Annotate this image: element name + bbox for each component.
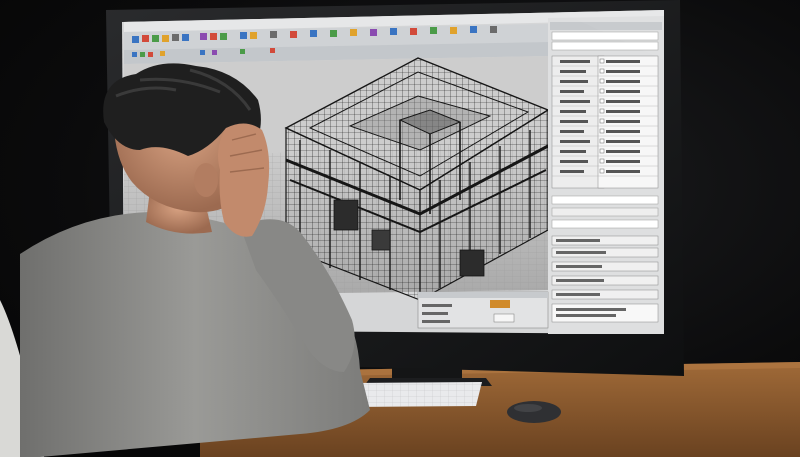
photo-scene bbox=[0, 0, 800, 457]
panel-notes bbox=[551, 303, 659, 323]
bottom-dialog bbox=[417, 291, 549, 329]
scene-illustration bbox=[0, 0, 800, 457]
dialog-ok-button[interactable] bbox=[493, 313, 515, 323]
dialog-accent-button[interactable] bbox=[490, 300, 510, 308]
mouse-icon[interactable] bbox=[507, 401, 561, 423]
properties-panel bbox=[548, 16, 664, 334]
